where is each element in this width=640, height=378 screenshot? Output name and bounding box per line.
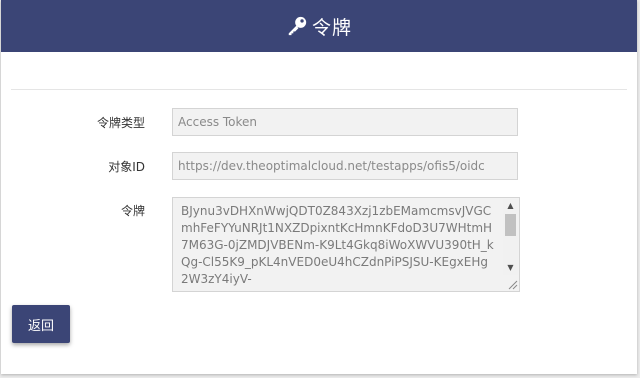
token-type-field[interactable]: Access Token [172,108,518,136]
resize-handle-icon[interactable] [506,278,518,290]
audience-field[interactable]: https://dev.theoptimalcloud.net/testapps… [172,152,518,180]
audience-label: 对象ID [108,160,145,174]
token-textarea[interactable]: BJynu3vDHXnWwjQDT0Z843Xzj1zbEMamcmsvJVGC… [172,197,520,292]
scroll-down-icon[interactable]: ▼ [503,261,518,275]
token-value: BJynu3vDHXnWwjQDT0Z843Xzj1zbEMamcmsvJVGC… [181,204,494,286]
divider [11,89,627,90]
back-button[interactable]: 返回 [12,305,70,343]
token-card: 令牌 令牌类型 Access Token 对象ID https://dev.th… [1,0,637,374]
key-icon [286,15,308,37]
scrollbar-thumb[interactable] [505,214,516,236]
scroll-up-icon[interactable]: ▲ [503,199,518,213]
token-type-label: 令牌类型 [96,116,145,130]
token-label: 令牌 [120,204,145,218]
textarea-scrollbar[interactable]: ▲ ▼ [503,199,518,275]
page-title: 令牌 [311,16,352,39]
page-header: 令牌 [1,0,637,52]
